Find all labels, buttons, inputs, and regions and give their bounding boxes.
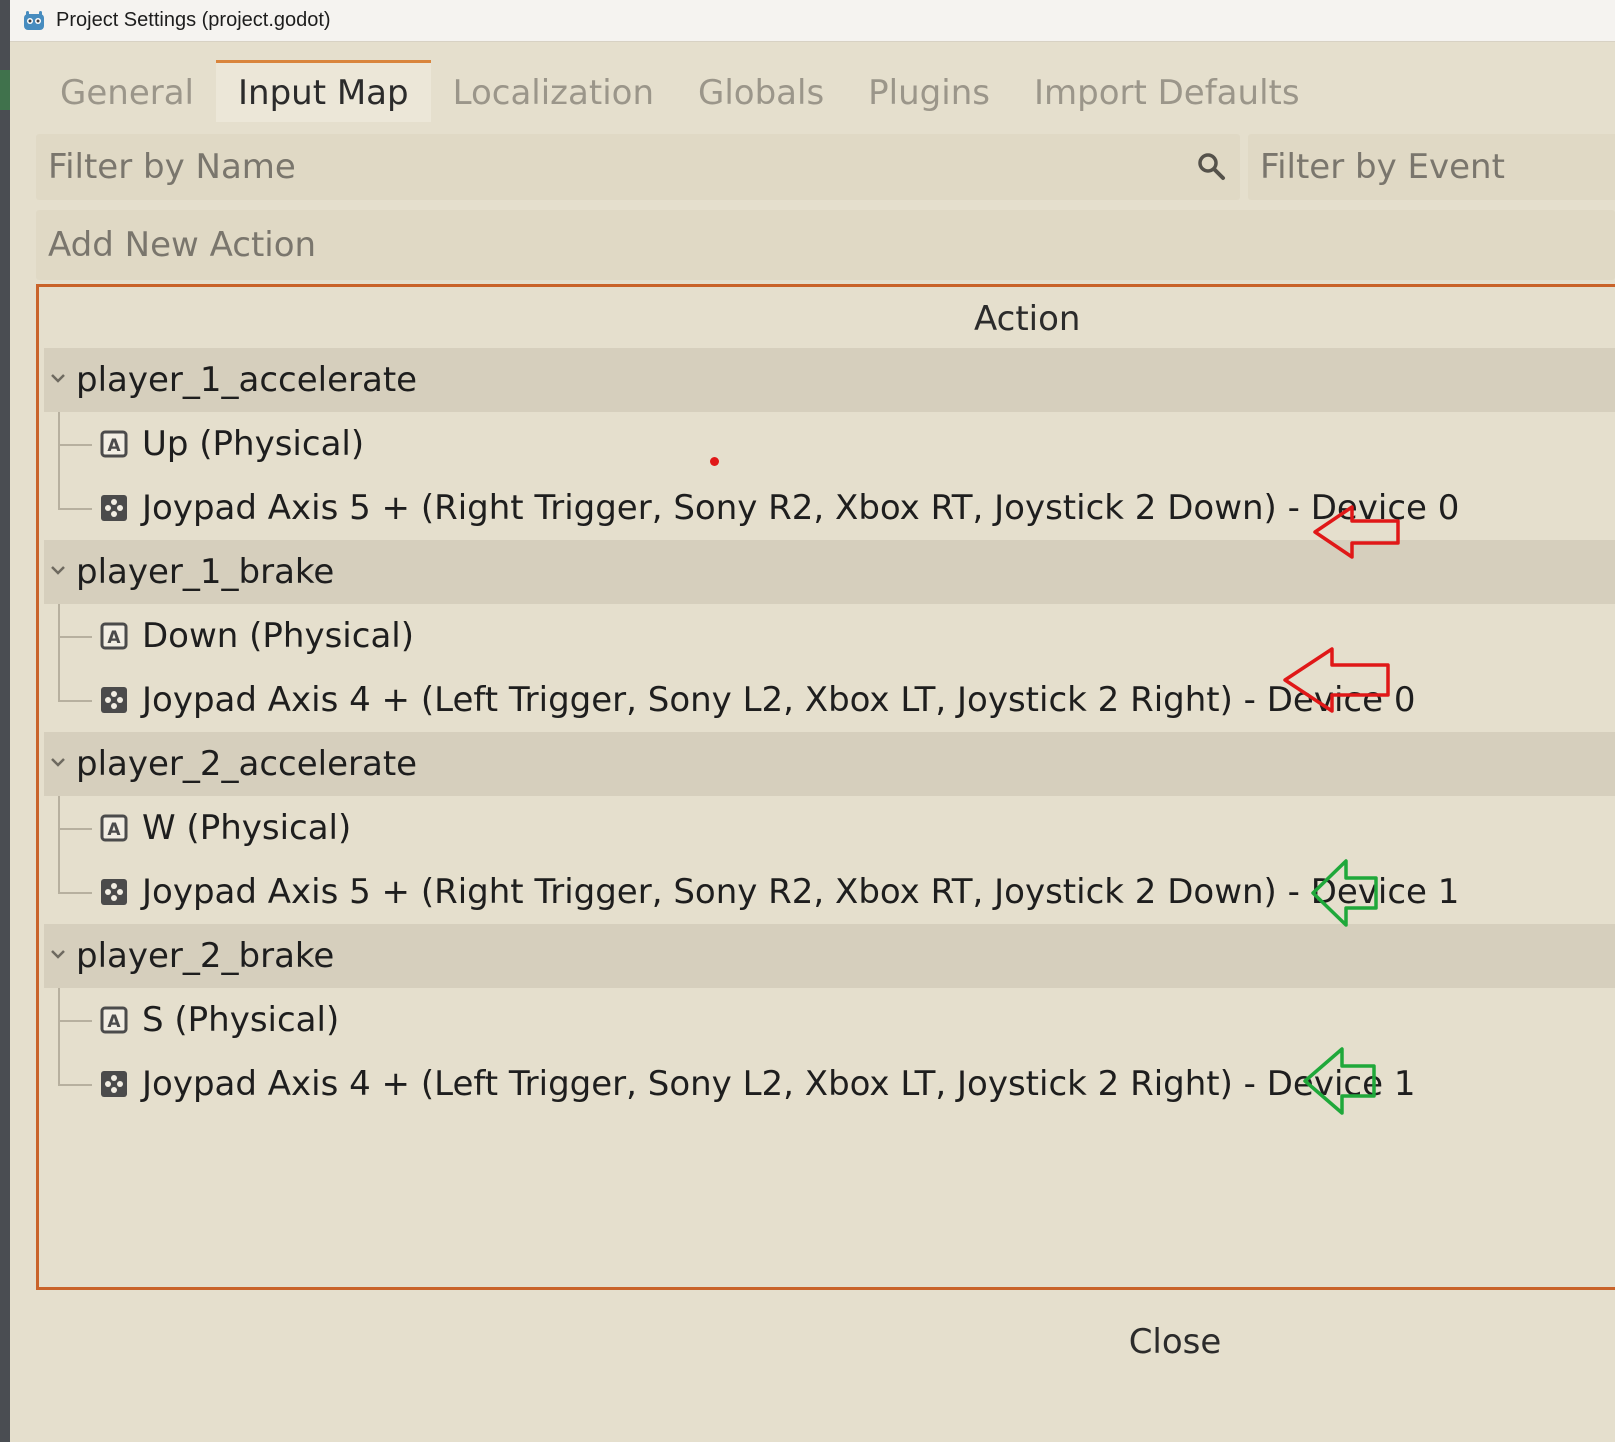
filter-by-event-input[interactable]: Filter by Event <box>1248 134 1615 200</box>
action-row-player-2-brake[interactable]: player_2_brake <box>44 924 1615 988</box>
keyboard-key-icon: A <box>100 622 128 650</box>
red-arrow-annotation-1 <box>1313 505 1400 559</box>
add-new-action-placeholder: Add New Action <box>48 225 317 265</box>
tree-connector <box>58 636 92 638</box>
event-label: S (Physical) <box>142 1000 340 1040</box>
tree-connector <box>58 508 92 510</box>
project-settings-dialog: General Input Map Localization Globals P… <box>10 42 1615 1442</box>
keyboard-key-icon: A <box>100 430 128 458</box>
action-row-player-1-accelerate[interactable]: player_1_accelerate <box>44 348 1615 412</box>
tree-column-header: Action <box>39 287 1615 351</box>
action-name: player_1_accelerate <box>76 360 418 400</box>
background-editor-strip <box>0 0 10 1442</box>
event-row[interactable]: A Up (Physical) <box>44 412 1615 476</box>
tab-import-defaults[interactable]: Import Defaults <box>1012 60 1322 122</box>
chevron-down-icon[interactable] <box>50 372 66 384</box>
chevron-down-icon[interactable] <box>50 948 66 960</box>
keyboard-key-icon: A <box>100 1006 128 1034</box>
tree-rows: player_1_accelerate A Up (Physical) Joyp… <box>44 348 1615 1116</box>
event-label: Joypad Axis 5 + (Right Trigger, Sony R2,… <box>142 872 1460 912</box>
green-arrow-annotation-1 <box>1311 859 1378 927</box>
action-row-player-2-accelerate[interactable]: player_2_accelerate <box>44 732 1615 796</box>
joypad-icon <box>101 1071 127 1097</box>
filter-by-event-placeholder: Filter by Event <box>1260 147 1505 187</box>
search-icon <box>1198 153 1225 180</box>
tab-localization[interactable]: Localization <box>431 60 676 122</box>
tree-connector <box>58 892 92 894</box>
action-column-label: Action <box>974 299 1081 339</box>
joypad-icon <box>101 687 127 713</box>
action-name: player_1_brake <box>76 552 335 592</box>
green-arrow-annotation-2 <box>1303 1047 1376 1115</box>
chevron-down-icon[interactable] <box>50 564 66 576</box>
event-row[interactable]: A S (Physical) <box>44 988 1615 1052</box>
action-name: player_2_brake <box>76 936 335 976</box>
svg-text:A: A <box>107 1012 121 1032</box>
godot-logo-icon <box>24 10 44 30</box>
tab-plugins[interactable]: Plugins <box>846 60 1012 122</box>
svg-text:A: A <box>107 436 121 456</box>
event-row[interactable]: A W (Physical) <box>44 796 1615 860</box>
chevron-down-icon[interactable] <box>50 756 66 768</box>
tab-globals[interactable]: Globals <box>676 60 846 122</box>
window-titlebar: Project Settings (project.godot) <box>10 0 1615 42</box>
action-tree: Action player_1_accelerate A Up (Physica… <box>36 284 1615 1290</box>
svg-text:A: A <box>107 820 121 840</box>
filter-by-name-input[interactable]: Filter by Name <box>36 134 1240 200</box>
tree-connector <box>58 860 60 892</box>
cursor-dot <box>710 457 719 466</box>
event-label: Joypad Axis 4 + (Left Trigger, Sony L2, … <box>142 680 1416 720</box>
event-label: Joypad Axis 4 + (Left Trigger, Sony L2, … <box>142 1064 1416 1104</box>
tab-bar: General Input Map Localization Globals P… <box>38 60 1322 122</box>
event-row[interactable]: Joypad Axis 4 + (Left Trigger, Sony L2, … <box>44 1052 1615 1116</box>
close-button[interactable]: Close <box>1110 1312 1240 1372</box>
tree-connector <box>58 1052 60 1084</box>
tree-connector <box>58 700 92 702</box>
window-title: Project Settings (project.godot) <box>56 9 331 31</box>
keyboard-key-icon: A <box>100 814 128 842</box>
tab-general[interactable]: General <box>38 60 216 122</box>
joypad-icon <box>101 879 127 905</box>
event-label: W (Physical) <box>142 808 352 848</box>
tree-connector <box>58 668 60 700</box>
tree-connector <box>58 828 92 830</box>
tree-connector <box>58 1020 92 1022</box>
tree-connector <box>58 1084 92 1086</box>
tab-input-map[interactable]: Input Map <box>216 60 431 122</box>
action-name: player_2_accelerate <box>76 744 418 784</box>
svg-text:A: A <box>107 628 121 648</box>
add-new-action-input[interactable]: Add New Action <box>36 210 1615 280</box>
joypad-icon <box>101 495 127 521</box>
tree-connector <box>58 476 60 508</box>
red-arrow-annotation-2 <box>1283 647 1390 713</box>
event-label: Down (Physical) <box>142 616 414 656</box>
event-label: Up (Physical) <box>142 424 365 464</box>
event-label: Joypad Axis 5 + (Right Trigger, Sony R2,… <box>142 488 1460 528</box>
filter-by-name-placeholder: Filter by Name <box>48 147 296 187</box>
filter-row: Filter by Name Filter by Event <box>36 134 1615 200</box>
tree-connector <box>58 444 92 446</box>
